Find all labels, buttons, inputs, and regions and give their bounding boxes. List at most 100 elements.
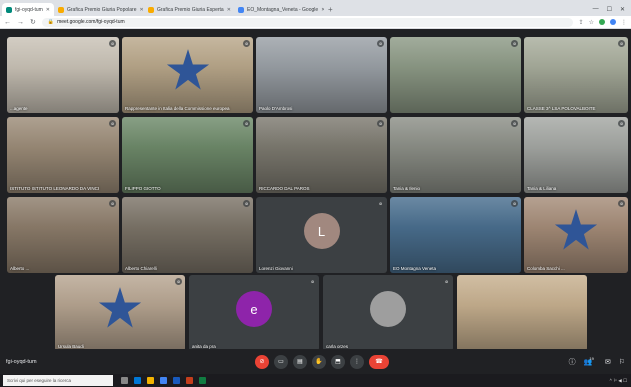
edge-icon[interactable] — [134, 377, 141, 384]
browser-tab[interactable]: EO_Montagna_Veneta - Google ✕ — [234, 3, 324, 16]
taskbar-search[interactable]: Scrivi qui per eseguire la ricerca — [3, 375, 113, 386]
video-feed — [256, 117, 387, 193]
participant-name: ...agente — [10, 106, 28, 111]
chat-icon[interactable]: ✉ — [605, 358, 611, 366]
share-icon[interactable]: ⇪ — [579, 19, 584, 26]
address-bar: ← → ↻ 🔒 meet.google.com/fgi-oyqd-tum ⇪ ☆… — [0, 16, 631, 29]
participant-tile[interactable]: ⊘ EO Montagna Veneta — [390, 197, 521, 273]
tab-title: Grafica Premio Giuria Popolare — [67, 6, 137, 13]
participant-tile[interactable]: ⊘ Tania & Ilenio — [390, 117, 521, 193]
more-button[interactable]: ⋮ — [350, 354, 364, 369]
participant-name: Tania & Ilenio — [393, 186, 421, 191]
participant-tile[interactable]: ⊘ ...agente — [7, 37, 119, 113]
video-feed — [7, 37, 119, 113]
task-view-icon[interactable] — [121, 377, 128, 384]
participant-tile[interactable]: ⊘ Ursula Baudi — [55, 275, 185, 351]
mic-off-icon: ⊘ — [309, 278, 316, 285]
url-text: meet.google.com/fgi-oyqd-tum — [57, 19, 125, 25]
people-icon[interactable]: 👥19 — [584, 356, 597, 366]
mic-off-icon: ⊘ — [511, 120, 518, 127]
participant-tile[interactable]: ⊘ — [390, 37, 521, 113]
close-tab-icon[interactable]: ✕ — [46, 7, 50, 13]
participant-tile[interactable] — [457, 275, 587, 351]
participant-name: FILIPPO GIOTTO — [125, 186, 161, 191]
hand-button[interactable]: ✋ — [312, 354, 326, 369]
mic-off-icon: ⊘ — [511, 200, 518, 207]
participant-tile[interactable]: ⊘ ISTITUTO ISTITUTO LEONARDO DA VINCI — [7, 117, 119, 193]
captions-button[interactable]: ▤ — [293, 354, 307, 369]
tab-title: Grafica Premio Giuria Esperta — [157, 6, 224, 13]
chrome-icon[interactable] — [160, 377, 167, 384]
participant-tile[interactable]: ⊘ Alberto ... — [7, 197, 119, 273]
video-feed — [7, 197, 119, 273]
tab-title: fgi-oyqd-tum — [15, 6, 43, 13]
participant-tile[interactable]: ⊘ Tania & Liliana — [524, 117, 628, 193]
reload-icon[interactable]: ↻ — [30, 18, 36, 26]
mic-off-button[interactable]: ⊘ — [255, 354, 269, 369]
back-icon[interactable]: ← — [4, 19, 11, 26]
participant-tile[interactable]: ⊘ Rappresentante in Italia della Commissi… — [122, 37, 253, 113]
menu-icon[interactable]: ⋮ — [621, 19, 627, 26]
star-bookmark-icon[interactable]: ☆ — [589, 19, 594, 26]
participant-tile[interactable]: ⊘ carla orzes — [323, 275, 453, 351]
mic-off-icon: ⊘ — [377, 200, 384, 207]
participant-name: Alberto ... — [10, 266, 30, 271]
mic-off-icon: ⊘ — [377, 120, 384, 127]
star-icon — [554, 209, 598, 250]
mic-off-icon: ⊘ — [443, 278, 450, 285]
taskbar-search-placeholder: Scrivi qui per eseguire la ricerca — [7, 378, 72, 383]
word-icon[interactable] — [173, 377, 180, 384]
mic-off-icon: ⊘ — [618, 120, 625, 127]
participant-name: CLASSE 3^ LSA POLOVALBOITE — [527, 106, 596, 111]
mic-off-icon: ⊘ — [175, 278, 182, 285]
participant-name: Paolo D'Ambrosi — [259, 106, 293, 111]
profile-avatar[interactable] — [610, 18, 616, 25]
participant-tile[interactable]: ⊘ CLASSE 3^ LSA POLOVALBOITE — [524, 37, 628, 113]
extension-icon[interactable] — [599, 18, 605, 25]
participant-tile[interactable]: ⊘ FILIPPO GIOTTO — [122, 117, 253, 193]
tab-favicon-icon — [6, 6, 12, 13]
participant-tile[interactable]: ⊘ RICCARDO DAL PAROS — [256, 117, 387, 193]
participant-name: ISTITUTO ISTITUTO LEONARDO DA VINCI — [10, 186, 100, 191]
participant-tile[interactable]: ⊘ Alberto Chiarelli — [122, 197, 253, 273]
file-explorer-icon[interactable] — [147, 377, 154, 384]
participant-tile[interactable]: L ⊘ Lorenzi Giovanni — [256, 197, 387, 273]
extension-icons: ⇪ ☆ ⋮ — [579, 18, 627, 26]
activities-icon[interactable]: ⚐ — [619, 358, 625, 366]
new-tab-icon[interactable]: + — [324, 5, 337, 16]
participant-tile[interactable]: e ⊘ anita da pra — [189, 275, 319, 351]
mic-off-icon: ⊘ — [243, 40, 250, 47]
minimize-icon[interactable]: — — [593, 6, 599, 13]
browser-tab[interactable]: Grafica Premio Giuria Popolare ✕ — [54, 3, 144, 16]
close-tab-icon[interactable]: ✕ — [227, 7, 231, 13]
camera-button[interactable]: ▭ — [274, 354, 288, 369]
forward-icon[interactable]: → — [17, 19, 24, 26]
info-icon[interactable]: ⓘ — [569, 357, 576, 367]
browser-tab[interactable]: fgi-oyqd-tum ✕ — [2, 3, 54, 16]
video-feed — [256, 37, 387, 113]
participant-tile[interactable]: ⊘ Paolo D'Ambrosi — [256, 37, 387, 113]
close-window-icon[interactable]: ✕ — [620, 6, 625, 13]
meeting-side-controls: ⓘ 👥19 ✉ ⚐ — [569, 356, 625, 367]
participant-name: Alberto Chiarelli — [125, 266, 157, 271]
powerpoint-icon[interactable] — [186, 377, 193, 384]
participant-avatar — [370, 291, 406, 327]
participant-tile[interactable]: ⊘ Colomba Sacchi ... — [524, 197, 628, 273]
browser-tab[interactable]: Grafica Premio Giuria Esperta ✕ — [144, 3, 234, 16]
meet-control-bar: fgi-oyqd-tum ⊘ ▭ ▤ ✋ ⬒ ⋮ ☎ ⓘ 👥19 ✉ ⚐ — [0, 349, 631, 374]
maximize-icon[interactable]: ☐ — [607, 6, 612, 13]
url-field[interactable]: 🔒 meet.google.com/fgi-oyqd-tum — [41, 17, 573, 27]
tab-title: EO_Montagna_Veneta - Google — [247, 6, 319, 13]
participant-name: Colomba Sacchi ... — [527, 266, 565, 271]
lock-icon: 🔒 — [47, 19, 55, 25]
meet-grid: ⊘ ...agente ⊘ Rappresentante in Italia dell… — [0, 29, 631, 374]
mic-off-icon: ⊘ — [377, 40, 384, 47]
call-controls: ⊘ ▭ ▤ ✋ ⬒ ⋮ ☎ — [255, 354, 389, 369]
excel-icon[interactable] — [199, 377, 206, 384]
video-feed — [390, 117, 521, 193]
video-feed — [524, 117, 628, 193]
hangup-button[interactable]: ☎ — [369, 354, 389, 369]
star-icon — [166, 49, 209, 90]
present-button[interactable]: ⬒ — [331, 354, 345, 369]
video-feed — [122, 117, 253, 193]
